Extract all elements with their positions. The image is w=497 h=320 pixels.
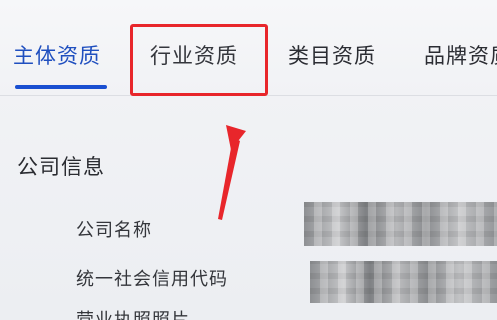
company-name-label: 公司名称 xyxy=(76,220,152,241)
business-license-label: 营业执照照片 xyxy=(76,306,190,320)
company-name-value-redacted xyxy=(304,202,497,246)
company-info-title: 公司信息 xyxy=(17,155,105,179)
screenshot-page: 主体资质 行业资质 类目资质 品牌资质 公司信息 公司名称 统一社会信用代码 营… xyxy=(0,0,497,320)
credit-code-label: 统一社会信用代码 xyxy=(76,269,228,290)
credit-code-value-redacted xyxy=(310,261,497,303)
